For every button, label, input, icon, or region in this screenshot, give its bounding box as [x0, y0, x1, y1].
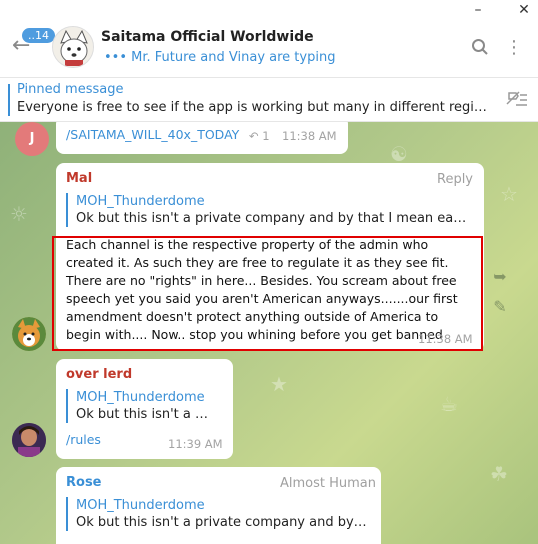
message-bubble[interactable]: Rose Almost Human MOH_Thunderdome Ok but…	[56, 467, 381, 544]
chat-avatar[interactable]	[52, 26, 94, 68]
chat-header: ← ..14 Saitama Official Worldwide ••• Mr…	[0, 20, 538, 78]
reply-count[interactable]: ↶ 1	[249, 129, 270, 143]
doodle-icon: ☼	[10, 202, 28, 226]
unpin-list-icon[interactable]	[506, 90, 528, 110]
chat-title: Saitama Official Worldwide	[101, 29, 314, 45]
quote-author: MOH_Thunderdome	[76, 194, 205, 209]
pinned-text: Everyone is free to see if the app is wo…	[17, 100, 487, 115]
typing-dots-icon: •••	[104, 50, 132, 65]
quote-text: Ok but this isn't a priv...	[76, 407, 216, 422]
close-icon[interactable]: ✕	[516, 2, 532, 18]
reply-quote[interactable]: MOH_Thunderdome Ok but this isn't a priv…	[66, 193, 470, 227]
command-link[interactable]: /SAITAMA_WILL_40x_TODAY	[66, 126, 239, 144]
avatar[interactable]	[12, 317, 46, 351]
message-bubble[interactable]: /SAITAMA_WILL_40x_TODAY ↶ 1 11:38 AM	[56, 122, 348, 154]
message-bubble[interactable]: over lerd MOH_Thunderdome Ok but this is…	[56, 359, 233, 459]
quote-text: Ok but this isn't a private company and …	[76, 211, 470, 226]
character-avatar-icon	[12, 423, 46, 457]
message-time: 11:38 AM	[282, 129, 337, 143]
pinned-title: Pinned message	[17, 82, 124, 97]
avatar[interactable]: J	[15, 122, 49, 156]
highlight-box	[52, 236, 483, 351]
sender-name[interactable]: Rose	[66, 475, 102, 490]
command-link[interactable]: /rules	[66, 431, 101, 449]
reply-quote[interactable]: MOH_Thunderdome Ok but this isn't a priv…	[66, 497, 368, 531]
chat-area[interactable]: ☯ ☆ ☼ ★ ☕ ☘ ♫ J /SAITAMA_WILL_40x_TODAY …	[0, 122, 538, 544]
quote-author: MOH_Thunderdome	[76, 498, 205, 513]
minimize-icon[interactable]: –	[470, 2, 486, 18]
avatar[interactable]	[12, 423, 46, 457]
doodle-icon: ★	[270, 372, 288, 396]
reply-button[interactable]: Reply	[437, 172, 473, 187]
pinned-accent-bar	[8, 84, 10, 116]
doodle-icon: ☕	[440, 392, 458, 416]
dog-avatar-icon	[53, 27, 93, 67]
share-icon[interactable]: ➥	[490, 267, 510, 287]
doodle-icon: ☆	[500, 182, 518, 206]
sender-name[interactable]: over lerd	[66, 367, 132, 382]
window-titlebar: – ✕	[0, 0, 538, 20]
unread-badge: ..14	[22, 28, 55, 43]
pinned-message-bar[interactable]: Pinned message Everyone is free to see i…	[0, 78, 538, 122]
message-time: 11:39 AM	[168, 437, 223, 451]
quote-text: Ok but this isn't a private company and …	[76, 515, 368, 530]
corgi-avatar-icon	[12, 317, 46, 351]
doodle-icon: ☘	[490, 462, 508, 486]
pencil-icon: ✎	[493, 297, 507, 316]
quote-author: MOH_Thunderdome	[76, 390, 205, 405]
reply-arrow-icon: ↶	[249, 129, 263, 143]
search-icon[interactable]	[470, 38, 490, 58]
more-options-icon[interactable]: ⋮	[504, 38, 524, 58]
member-role: Almost Human	[280, 476, 377, 491]
reply-quote[interactable]: MOH_Thunderdome Ok but this isn't a priv…	[66, 389, 216, 423]
sender-name[interactable]: Mal	[66, 171, 92, 186]
typing-status: ••• Mr. Future and Vinay are typing	[104, 50, 336, 65]
